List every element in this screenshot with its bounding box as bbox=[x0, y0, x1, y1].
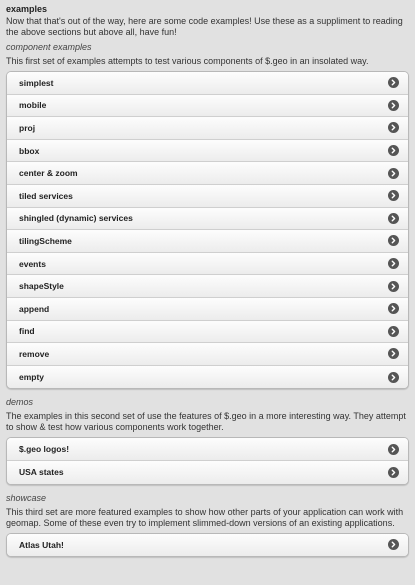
chevron-right-circle-icon bbox=[388, 371, 399, 383]
list-item[interactable]: Atlas Utah! bbox=[7, 533, 408, 557]
list-item[interactable]: shingled (dynamic) services bbox=[7, 207, 408, 231]
list-item[interactable]: $.geo logos! bbox=[7, 438, 408, 461]
list-item-label: $.geo logos! bbox=[19, 444, 70, 455]
component-examples-list: simplest mobile proj bbox center & zoom tiled… bbox=[6, 71, 409, 390]
list-item[interactable]: simplest bbox=[7, 72, 408, 95]
list-item-label: append bbox=[19, 303, 50, 314]
examples-intro: Now that that's out of the way, here are… bbox=[6, 16, 403, 37]
chevron-right-circle-icon bbox=[388, 145, 399, 157]
list-item-label: tilingScheme bbox=[19, 235, 72, 246]
list-item-label: proj bbox=[19, 122, 36, 133]
list-item-label: events bbox=[19, 258, 46, 269]
chevron-right-circle-icon bbox=[388, 258, 399, 270]
list-item-label: simplest bbox=[19, 77, 54, 88]
list-item-label: mobile bbox=[19, 100, 47, 111]
list-item-label: shapeStyle bbox=[19, 281, 64, 292]
chevron-right-circle-icon bbox=[388, 190, 399, 202]
chevron-right-circle-icon bbox=[388, 99, 399, 111]
chevron-right-circle-icon bbox=[388, 122, 399, 134]
chevron-right-circle-icon bbox=[388, 443, 399, 455]
showcase-list: Atlas Utah! bbox=[6, 532, 409, 558]
list-item[interactable]: remove bbox=[7, 343, 408, 366]
list-item[interactable]: events bbox=[7, 252, 408, 276]
list-item[interactable]: USA states bbox=[7, 460, 408, 484]
list-item-label: remove bbox=[19, 348, 50, 359]
list-item-label: find bbox=[19, 326, 35, 337]
demos-description: The examples in this second set of use t… bbox=[6, 411, 406, 433]
chevron-right-circle-icon bbox=[388, 539, 399, 551]
showcase-heading: showcase bbox=[6, 492, 47, 503]
list-item-label: empty bbox=[19, 372, 45, 383]
list-item[interactable]: center & zoom bbox=[7, 162, 408, 185]
chevron-right-circle-icon bbox=[388, 303, 399, 315]
chevron-right-circle-icon bbox=[388, 348, 399, 360]
list-item-label: tiled services bbox=[19, 190, 73, 201]
list-item-label: center & zoom bbox=[19, 168, 78, 179]
list-item[interactable]: bbox bbox=[7, 139, 408, 163]
demos-list: $.geo logos! USA states bbox=[6, 437, 409, 485]
chevron-right-circle-icon bbox=[388, 325, 399, 337]
component-examples-description: This first set of examples attempts to t… bbox=[6, 56, 369, 66]
list-item[interactable]: proj bbox=[7, 117, 408, 140]
component-examples-heading: component examples bbox=[6, 42, 92, 52]
chevron-right-circle-icon bbox=[388, 167, 399, 179]
list-item-label: bbox bbox=[19, 145, 40, 156]
demos-heading: demos bbox=[6, 397, 34, 408]
showcase-description: This third set are more featured example… bbox=[6, 506, 404, 528]
examples-title: examples bbox=[6, 4, 48, 14]
list-item[interactable]: shapeStyle bbox=[7, 275, 408, 298]
list-item-label: shingled (dynamic) services bbox=[19, 213, 133, 224]
chevron-right-circle-icon bbox=[388, 77, 399, 89]
list-item[interactable]: tiled services bbox=[7, 184, 408, 208]
list-item[interactable]: empty bbox=[7, 365, 408, 389]
chevron-right-circle-icon bbox=[388, 280, 399, 292]
page: examples Now that that's out of the way,… bbox=[0, 0, 415, 558]
list-item-label: Atlas Utah! bbox=[19, 539, 64, 550]
chevron-right-circle-icon bbox=[388, 466, 399, 478]
chevron-right-circle-icon bbox=[388, 212, 399, 224]
list-item[interactable]: mobile bbox=[7, 94, 408, 118]
list-item-label: USA states bbox=[19, 467, 64, 478]
list-item[interactable]: find bbox=[7, 320, 408, 344]
list-item[interactable]: tilingScheme bbox=[7, 230, 408, 253]
chevron-right-circle-icon bbox=[388, 235, 399, 247]
list-item[interactable]: append bbox=[7, 297, 408, 321]
